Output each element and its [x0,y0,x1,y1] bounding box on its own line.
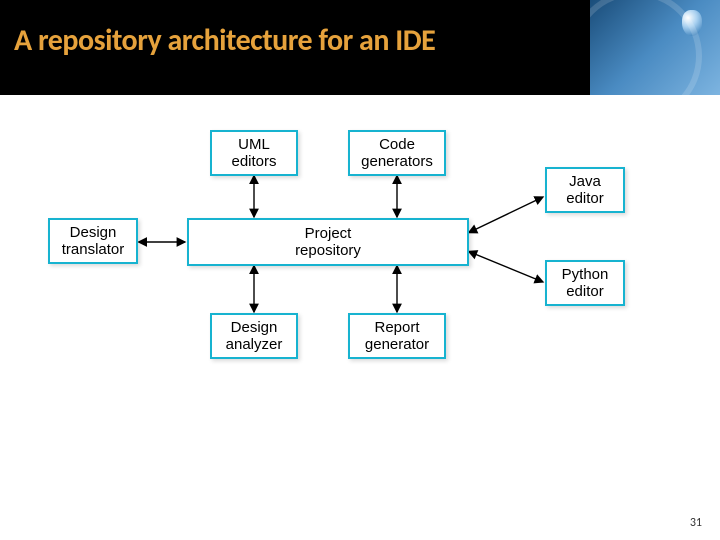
box-python-editor: Pythoneditor [545,260,625,306]
page-number: 31 [690,516,702,530]
box-design-translator: Designtranslator [48,218,138,264]
box-report-generator: Reportgenerator [348,313,446,359]
box-java-editor: Javaeditor [545,167,625,213]
box-design-analyzer: Designanalyzer [210,313,298,359]
slide-title: A repository architecture for an IDE [14,22,435,59]
box-project-repository: Projectrepository [187,218,469,266]
box-code-generators: Codegenerators [348,130,446,176]
architecture-diagram: UMLeditors Codegenerators Javaeditor Des… [0,95,720,515]
slide-header: A repository architecture for an IDE [0,0,720,95]
decorative-corner [590,0,720,95]
box-uml-editors: UMLeditors [210,130,298,176]
